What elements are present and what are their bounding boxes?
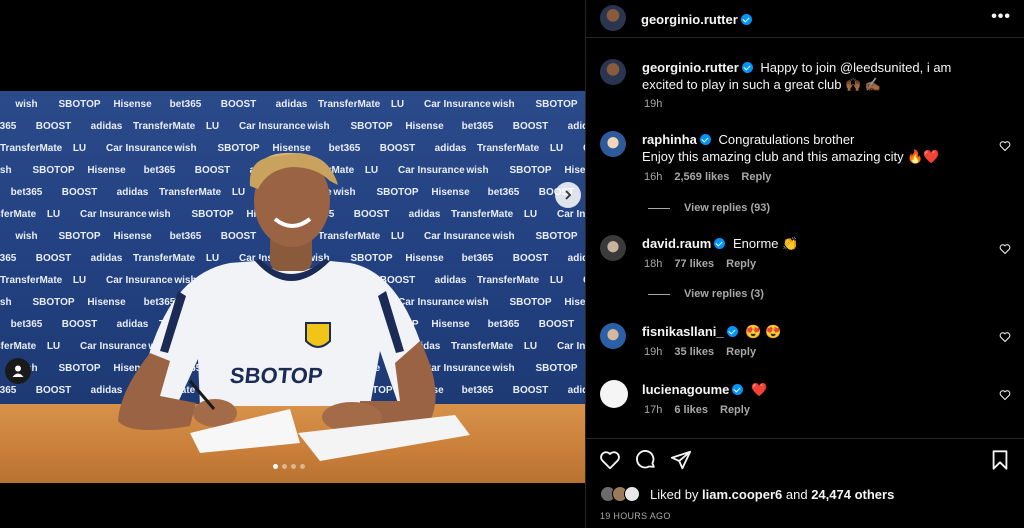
comment-text: 😍 😍 [745,324,782,339]
like-heart-icon[interactable] [599,449,621,471]
post-timestamp[interactable]: 19 HOURS AGO [600,511,671,521]
caption-avatar[interactable] [600,59,626,85]
player-figure [118,152,470,461]
post-media: wish SBOTOP Hisense bet365 BOOST adidas Transf… [0,0,585,528]
verified-badge-icon [741,62,753,73]
liked-by-and: and [785,486,808,502]
verified-badge-icon [726,326,738,337]
commenter-username[interactable]: raphinha [642,132,697,147]
like-comment-heart-icon[interactable] [999,243,1011,255]
share-send-icon[interactable] [670,449,692,471]
comment-text: Enorme 👏 [732,236,799,251]
like-comment-heart-icon[interactable] [999,331,1011,343]
comment-meta: 17h 6 likes Reply [644,404,750,416]
verified-badge-icon [732,384,744,395]
verified-badge-icon [740,14,752,25]
comment-text-block: david.raum Enorme 👏 [642,235,992,252]
view-replies-button[interactable]: View replies (3) [648,288,764,300]
post-photo[interactable]: wish SBOTOP Hisense bet365 BOOST adidas Transf… [0,91,585,483]
post-header: georginio.rutter ••• [586,0,1024,38]
comment-text: ❤️ [751,382,768,397]
commenter-avatar[interactable] [600,380,628,408]
post-side-panel: georginio.rutter ••• georginio.rutter Ha… [585,0,1024,528]
liker-avatar [624,486,640,502]
verified-badge-icon [699,134,711,145]
comment-likes[interactable]: 77 likes [674,258,714,270]
like-comment-heart-icon[interactable] [999,389,1011,401]
author-username-row: georginio.rutter [641,11,752,29]
author-avatar[interactable] [600,5,626,31]
shirt-sponsor-text: SBOTOP [228,363,324,388]
caption-text-block: georginio.rutter Happy to join @leedsuni… [642,59,992,93]
view-replies-label: View replies (3) [684,288,764,300]
commenter-username[interactable]: fisnikasllani_ [642,324,724,339]
comment-time: 17h [644,404,663,416]
liked-by-others[interactable]: 24,474 others [811,487,894,502]
view-replies-label: View replies (93) [684,202,771,214]
verified-badge-icon [714,238,726,249]
carousel-dot [291,464,296,469]
comment-meta: 16h 2,569 likes Reply [644,171,771,183]
comment-time: 18h [644,258,663,270]
commenter-avatar[interactable] [600,235,626,261]
liked-by-prefix: Liked by [650,486,699,502]
carousel-dot [282,464,287,469]
carousel-dot [273,464,278,469]
save-bookmark-icon[interactable] [989,449,1011,471]
next-image-button[interactable] [555,182,581,208]
reply-button[interactable]: Reply [726,258,756,270]
user-icon [12,365,24,377]
comment-text-block: fisnikasllani_ 😍 😍 [642,323,992,340]
replies-divider [648,207,670,209]
comments-list: georginio.rutter Happy to join @leedsuni… [586,38,1024,438]
caption-meta: 19h [644,98,662,110]
more-options-button[interactable]: ••• [991,8,1011,26]
comment-time: 16h [644,171,663,183]
comment-meta: 18h 77 likes Reply [644,258,756,270]
likes-summary: Liked by liam.cooper6 and 24,474 others [600,486,894,502]
commenter-username[interactable]: lucienagoume [642,382,729,397]
comment-icon[interactable] [635,449,657,471]
like-comment-heart-icon[interactable] [999,140,1011,152]
author-username[interactable]: georginio.rutter [641,12,738,27]
comment-likes[interactable]: 35 likes [674,346,714,358]
carousel-indicator [273,464,305,469]
liked-by-user[interactable]: liam.cooper6 [702,487,782,502]
reply-button[interactable]: Reply [720,404,750,416]
commenter-avatar[interactable] [600,323,626,349]
caption-username[interactable]: georginio.rutter [642,60,739,75]
comment-text-block: lucienagoume ❤️ [642,381,992,398]
comment-text-block: raphinha Congratulations brother Enjoy t… [642,131,992,165]
view-replies-button[interactable]: View replies (93) [648,202,770,214]
tagged-user-button[interactable] [5,358,31,384]
post-actions: Liked by liam.cooper6 and 24,474 others … [586,438,1024,528]
liked-by-avatars [600,486,648,502]
commenter-username[interactable]: david.raum [642,236,711,251]
comment-meta: 19h 35 likes Reply [644,346,756,358]
reply-button[interactable]: Reply [726,346,756,358]
chevron-right-icon [565,190,572,200]
replies-divider [648,293,670,295]
carousel-dot [300,464,305,469]
comment-likes[interactable]: 2,569 likes [674,171,729,183]
reply-button[interactable]: Reply [741,171,771,183]
comment-likes[interactable]: 6 likes [674,404,708,416]
caption-time: 19h [644,98,663,110]
commenter-avatar[interactable] [600,131,626,157]
comment-time: 19h [644,346,663,358]
